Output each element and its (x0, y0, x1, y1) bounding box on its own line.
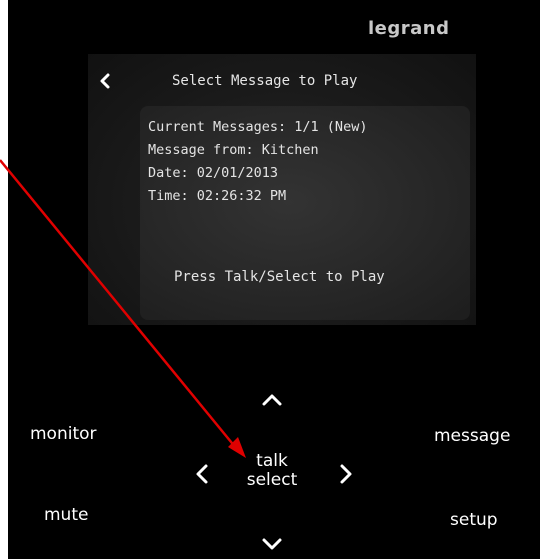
date-line: Date: 02/01/2013 (148, 165, 279, 181)
chevron-left-icon[interactable] (98, 72, 112, 90)
message-from-line: Message from: Kitchen (148, 142, 319, 158)
message-details-panel: Current Messages: 1/1 (New) Message from… (140, 106, 470, 320)
chevron-right-icon[interactable] (338, 462, 354, 486)
screen-title: Select Message to Play (172, 73, 358, 89)
mute-button[interactable]: mute (44, 505, 88, 525)
lcd-screen: Select Message to Play Current Messages:… (88, 54, 476, 325)
chevron-left-icon[interactable] (194, 462, 210, 486)
talk-label: talk (256, 451, 288, 471)
setup-button[interactable]: setup (450, 510, 498, 530)
intercom-panel: legrand Select Message to Play Current M… (8, 0, 540, 559)
chevron-up-icon[interactable] (260, 392, 284, 408)
message-button[interactable]: message (434, 426, 510, 446)
time-line: Time: 02:26:32 PM (148, 188, 287, 204)
select-label: select (246, 470, 298, 490)
play-prompt: Press Talk/Select to Play (174, 269, 385, 285)
current-messages-line: Current Messages: 1/1 (New) (148, 119, 368, 135)
chevron-down-icon[interactable] (260, 536, 284, 552)
talk-select-button[interactable]: talk select (232, 452, 312, 490)
brand-logo: legrand (368, 18, 450, 39)
monitor-button[interactable]: monitor (30, 424, 97, 444)
